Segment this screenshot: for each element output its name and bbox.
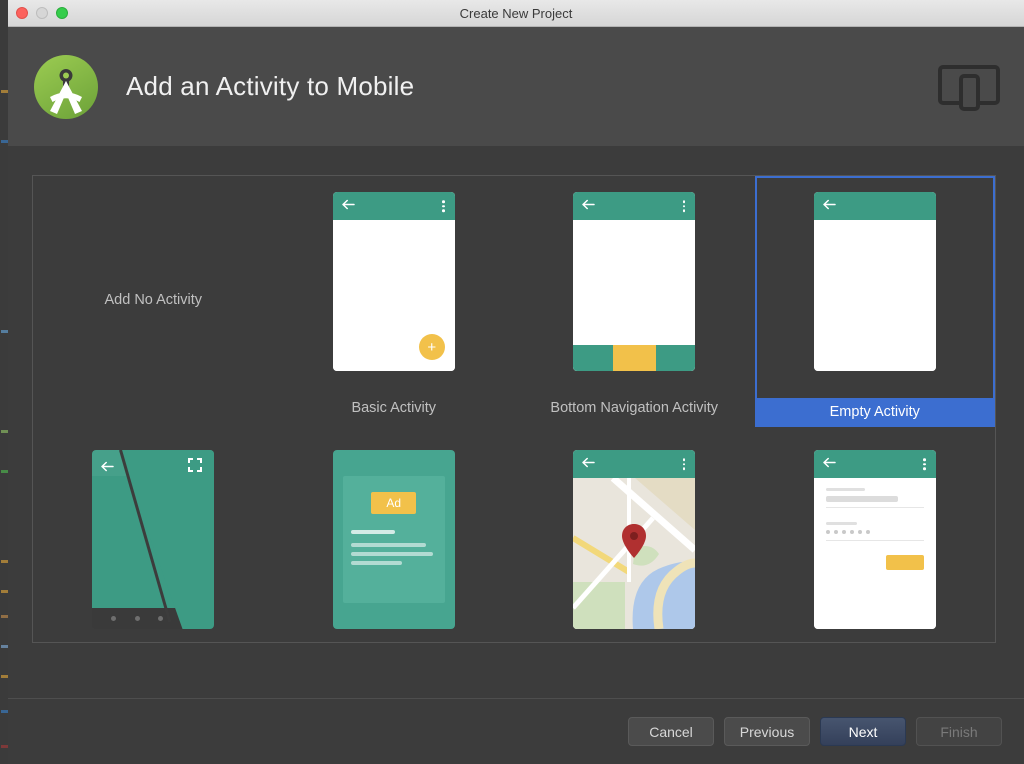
password-field-value: [825, 530, 924, 534]
back-arrow-icon: [823, 455, 836, 473]
template-thumbnail-bottom-navigation-activity: [514, 176, 755, 387]
template-row-2: Fullscreen Activity Ad: [33, 427, 996, 642]
template-row-1: Add No Activity + Basic Activity Bottom …: [33, 176, 995, 427]
window-title: Create New Project: [459, 5, 573, 21]
thumb-appbar: [573, 192, 696, 220]
cancel-button[interactable]: Cancel: [628, 717, 714, 746]
template-card-login-activity[interactable]: Login Activity: [755, 427, 996, 642]
field-underline: [825, 540, 924, 541]
ad-badge: Ad: [371, 492, 417, 514]
email-field-label: [825, 488, 865, 491]
back-arrow-icon: [342, 197, 355, 215]
dialog-footer: Cancel Previous Next Finish: [8, 698, 1024, 764]
page-title: Add an Activity to Mobile: [126, 71, 415, 101]
thumb-appbar: [813, 450, 936, 478]
template-card-basic-activity[interactable]: + Basic Activity: [274, 176, 515, 427]
minimize-window-icon[interactable]: [36, 7, 48, 19]
tablet-phone-device-icon: [938, 62, 1000, 112]
template-thumbnail-login-activity: [755, 434, 996, 642]
fullscreen-expand-icon: [188, 458, 203, 472]
template-card-fullscreen-activity[interactable]: Fullscreen Activity: [33, 427, 274, 642]
window-titlebar: Create New Project: [8, 0, 1024, 27]
thumb-appbar: [332, 192, 455, 220]
ad-text-line: [350, 543, 427, 547]
overflow-menu-icon: [923, 458, 926, 470]
template-thumbnail-google-admob-ads-activity: Ad: [274, 434, 515, 642]
template-card-empty-activity[interactable]: Empty Activity: [754, 176, 996, 427]
template-card-add-no-activity[interactable]: Add No Activity: [33, 176, 274, 427]
previous-button[interactable]: Previous: [724, 717, 810, 746]
activity-template-grid[interactable]: Add No Activity + Basic Activity Bottom …: [32, 175, 996, 643]
bottom-navigation-bar: [573, 345, 696, 371]
template-card-google-maps-activity[interactable]: Google Maps Activity: [514, 427, 755, 642]
next-button[interactable]: Next: [820, 717, 906, 746]
thumb-body: +: [332, 220, 455, 371]
back-arrow-icon: [823, 197, 836, 215]
overflow-menu-icon: [682, 458, 686, 470]
template-label-add-no-activity: Add No Activity: [104, 292, 202, 308]
thumb-body: [813, 220, 936, 371]
thumb-body: [573, 220, 696, 371]
close-window-icon[interactable]: [16, 7, 28, 19]
dialog-content: Add No Activity + Basic Activity Bottom …: [8, 146, 1024, 698]
traffic-light-group: [16, 0, 68, 26]
template-card-bottom-navigation-activity[interactable]: Bottom Navigation Activity: [514, 176, 755, 427]
template-label-bottom-navigation-activity: Bottom Navigation Activity: [550, 400, 719, 416]
email-field-value: [825, 496, 899, 502]
overflow-menu-icon: [682, 200, 686, 212]
template-thumbnail-basic-activity: +: [274, 176, 515, 387]
back-arrow-icon: [582, 455, 595, 473]
field-underline: [825, 507, 924, 508]
ad-text-line: [350, 530, 396, 534]
floating-action-button-icon: +: [418, 334, 445, 360]
template-label-empty-activity: Empty Activity: [754, 398, 995, 427]
finish-button: Finish: [916, 717, 1002, 746]
template-thumbnail-empty-activity: [755, 176, 996, 387]
back-arrow-icon: [582, 197, 595, 215]
template-label-basic-activity: Basic Activity: [351, 400, 437, 416]
ad-text-line: [350, 561, 403, 565]
dialog-header: Add an Activity to Mobile: [8, 27, 1024, 146]
maximize-window-icon[interactable]: [56, 7, 68, 19]
create-new-project-dialog: Create New Project Add an Activity to Mo…: [8, 0, 1024, 764]
map-preview: [573, 478, 696, 629]
sign-in-button-preview: [885, 555, 924, 570]
template-thumbnail-google-maps-activity: [514, 434, 755, 642]
password-field-label: [825, 522, 858, 525]
ad-content-card: Ad: [342, 476, 445, 603]
thumb-appbar: [813, 192, 936, 220]
template-card-google-admob-ads-activity[interactable]: Ad Google AdMob Ads Activity: [274, 427, 515, 642]
back-arrow-icon: [101, 459, 114, 477]
login-form-preview: [813, 478, 936, 629]
thumb-appbar: [573, 450, 696, 478]
template-thumbnail-fullscreen-activity: [33, 434, 274, 642]
overflow-menu-icon: [442, 200, 445, 212]
ad-text-line: [350, 552, 434, 556]
android-studio-logo-icon: [30, 51, 102, 123]
